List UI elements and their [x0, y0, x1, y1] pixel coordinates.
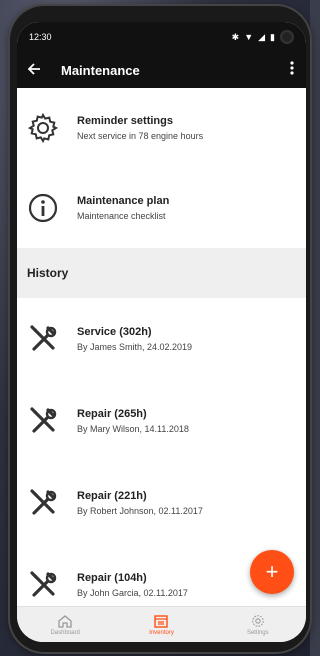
history-item-title: Repair (104h) — [77, 572, 147, 584]
history-item-title: Repair (265h) — [77, 408, 147, 420]
content-list[interactable]: Reminder settings Next service in 78 eng… — [17, 88, 306, 606]
history-item-title: Service (302h) — [77, 326, 152, 338]
back-button[interactable] — [27, 60, 53, 81]
nav-inventory-label: Inventory — [149, 629, 174, 636]
gear-icon — [27, 112, 71, 144]
app-bar: Maintenance — [17, 52, 306, 88]
arrow-left-icon — [27, 62, 40, 75]
gear-icon — [252, 614, 264, 627]
maintenance-plan-subtitle: Maintenance checklist — [77, 211, 166, 221]
plus-icon: + — [265, 559, 279, 584]
more-vert-icon — [290, 60, 294, 75]
history-item[interactable]: Repair (221h) By Robert Johnson, 02.11.2… — [17, 462, 306, 544]
history-item[interactable]: Service (302h) By James Smith, 24.02.201… — [17, 298, 306, 380]
home-icon — [58, 614, 72, 628]
history-item[interactable]: Repair (265h) By Mary Wilson, 14.11.2018 — [17, 380, 306, 462]
wifi-icon: ▼ — [244, 31, 254, 42]
nav-inventory[interactable]: Inventory — [131, 614, 191, 636]
reminder-settings-item[interactable]: Reminder settings Next service in 78 eng… — [17, 88, 306, 168]
tools-icon — [27, 322, 71, 356]
nav-settings[interactable]: Settings — [228, 614, 288, 636]
status-bar: 12:30 ✱ ▼ ◢ ▮ — [17, 22, 306, 52]
history-item-title: Repair (221h) — [77, 490, 147, 502]
maintenance-plan-title: Maintenance plan — [77, 195, 170, 207]
status-time: 12:30 — [29, 32, 52, 42]
reminder-settings-subtitle: Next service in 78 engine hours — [77, 131, 204, 141]
history-item-subtitle: By Robert Johnson, 02.11.2017 — [77, 506, 203, 516]
history-item-subtitle: By James Smith, 24.02.2019 — [77, 342, 193, 352]
nav-dashboard-label: Dashboard — [50, 629, 80, 636]
front-camera — [280, 30, 294, 44]
history-item-subtitle: By John Garcia, 02.11.2017 — [77, 588, 188, 598]
history-item-subtitle: By Mary Wilson, 14.11.2018 — [77, 424, 189, 434]
tools-icon — [27, 404, 71, 438]
overflow-menu-button[interactable] — [286, 60, 298, 80]
history-header: History — [17, 248, 306, 298]
reminder-settings-title: Reminder settings — [77, 115, 173, 127]
info-icon — [27, 192, 71, 224]
nav-settings-label: Settings — [246, 629, 269, 636]
bottom-navigation: Dashboard Inventory Settings — [17, 606, 306, 642]
app-screen: 12:30 ✱ ▼ ◢ ▮ Maintenance Reminder setti… — [17, 22, 306, 642]
battery-icon: ▮ — [270, 31, 275, 42]
tools-icon — [27, 486, 71, 520]
status-icons: ✱ ▼ ◢ ▮ — [232, 30, 294, 44]
signal-icon: ◢ — [258, 31, 266, 42]
inventory-icon — [154, 614, 169, 628]
add-entry-button[interactable]: + — [250, 550, 294, 594]
nav-dashboard[interactable]: Dashboard — [35, 614, 95, 636]
bluetooth-icon: ✱ — [231, 31, 240, 42]
maintenance-plan-item[interactable]: Maintenance plan Maintenance checklist — [17, 168, 306, 248]
page-title: Maintenance — [61, 62, 140, 78]
tools-icon — [27, 568, 71, 602]
